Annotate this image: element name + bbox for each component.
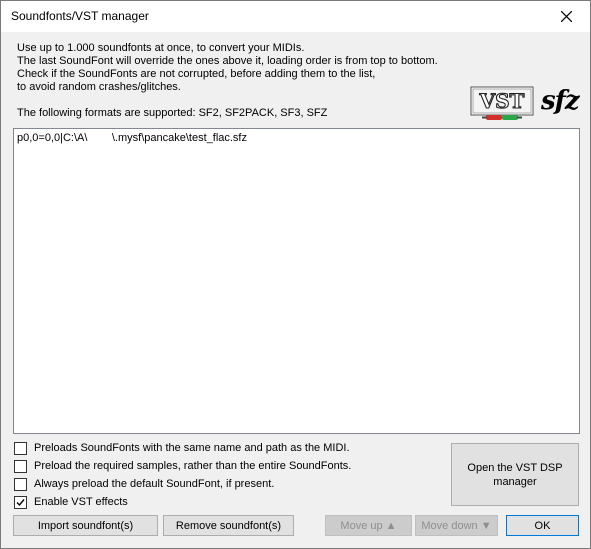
move-down-button[interactable]: Move down ▼: [415, 515, 498, 536]
remove-soundfonts-button[interactable]: Remove soundfont(s): [163, 515, 294, 536]
checkbox-label: Always preload the default SoundFont, if…: [34, 478, 275, 490]
move-up-button[interactable]: Move up ▲: [325, 515, 412, 536]
description-line: Use up to 1.000 soundfonts at once, to c…: [17, 42, 305, 54]
checkbox-box[interactable]: [14, 459, 27, 473]
import-soundfonts-button[interactable]: Import soundfont(s): [13, 515, 158, 536]
open-vst-dsp-manager-button[interactable]: Open the VST DSP manager: [451, 443, 579, 506]
vst-logo-text: VST: [479, 89, 525, 113]
checkbox-box[interactable]: [14, 495, 27, 509]
enable-vst-effects-checkbox[interactable]: Enable VST effects: [14, 495, 128, 509]
checkbox-box[interactable]: [14, 441, 27, 455]
list-item[interactable]: p0,0=0,0|C:\A\ \.mysf\pancake\test_flac.…: [17, 132, 247, 144]
preload-same-name-checkbox[interactable]: Preloads SoundFonts with the same name a…: [14, 441, 350, 455]
ok-button[interactable]: OK: [506, 515, 579, 536]
soundfont-manager-window: Soundfonts/VST manager Use up to 1.000 s…: [0, 0, 591, 549]
close-button[interactable]: [544, 1, 590, 32]
description-text: Use up to 1.000 soundfonts at once, to c…: [17, 42, 438, 94]
soundfont-list[interactable]: p0,0=0,0|C:\A\ \.mysf\pancake\test_flac.…: [13, 128, 580, 434]
vst-logo: VST: [470, 86, 534, 120]
checkmark-icon: [16, 498, 25, 506]
always-preload-default-checkbox[interactable]: Always preload the default SoundFont, if…: [14, 477, 274, 491]
sfz-logo: sfz: [541, 86, 580, 116]
title-bar: Soundfonts/VST manager: [1, 1, 590, 32]
window-title: Soundfonts/VST manager: [11, 9, 149, 23]
checkbox-box[interactable]: [14, 477, 27, 491]
checkbox-label: Enable VST effects: [34, 496, 128, 508]
checkbox-label: Preload the required samples, rather tha…: [34, 460, 352, 472]
checkbox-label: Preloads SoundFonts with the same name a…: [34, 442, 350, 454]
description-line: Check if the SoundFonts are not corrupte…: [17, 68, 376, 80]
close-icon: [561, 11, 572, 22]
description-line: to avoid random crashes/glitches.: [17, 81, 181, 93]
preload-required-samples-checkbox[interactable]: Preload the required samples, rather tha…: [14, 459, 351, 473]
description-line: The last SoundFont will override the one…: [17, 55, 438, 67]
supported-formats-label: The following formats are supported: SF2…: [17, 107, 328, 119]
